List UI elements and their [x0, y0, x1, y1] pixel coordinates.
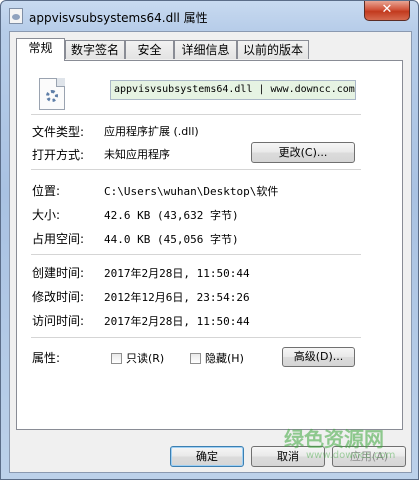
watermark-url: www.downcc.com [306, 450, 396, 461]
location-label: 位置: [32, 184, 61, 198]
title-bar[interactable]: appvisvsubsystems64.dll 属性 ✕ [1, 1, 418, 31]
tab-security[interactable]: 安全 [125, 40, 174, 59]
tab-digital-signatures[interactable]: 数字签名 [65, 40, 125, 59]
advanced-button[interactable]: 高级(D)... [282, 347, 355, 367]
window-title: appvisvsubsystems64.dll 属性 [29, 11, 208, 25]
watermark-logo-text: 绿色资源网 [284, 427, 384, 451]
separator [31, 114, 361, 115]
opens-with-value: 未知应用程序 [104, 148, 170, 161]
accessed-label: 访问时间: [32, 314, 85, 328]
modified-value: 2012年12月6日, 23:54:26 [104, 291, 250, 304]
dll-file-icon [9, 8, 23, 24]
size-value: 42.6 KB (43,632 字节) [104, 209, 239, 222]
general-tab-panel: appvisvsubsystems64.dll | www.downcc.com… [16, 60, 403, 430]
close-button[interactable]: ✕ [364, 1, 410, 21]
tab-general[interactable]: 常规 [16, 38, 65, 61]
dialog-client-area: 常规 数字签名 安全 详细信息 以前的版本 appvisvsubsystems6… [9, 31, 412, 473]
file-type-label: 文件类型: [32, 125, 85, 139]
properties-window: appvisvsubsystems64.dll 属性 ✕ 常规 数字签名 安全 … [0, 0, 419, 480]
file-type-value: 应用程序扩展 (.dll) [104, 125, 199, 138]
tab-previous-versions[interactable]: 以前的版本 [237, 40, 309, 59]
gear-icon [46, 90, 58, 102]
created-label: 创建时间: [32, 266, 85, 280]
dll-file-gear-icon [39, 78, 65, 110]
location-value: C:\Users\wuhan\Desktop\软件 [104, 185, 279, 198]
readonly-label[interactable]: 只读(R) [126, 350, 164, 366]
ok-button[interactable]: 确定 [170, 446, 244, 467]
readonly-checkbox[interactable] [111, 353, 122, 364]
size-label: 大小: [32, 208, 61, 222]
created-value: 2017年2月28日, 11:50:44 [104, 267, 250, 280]
opens-with-label: 打开方式: [32, 148, 85, 162]
size-on-disk-value: 44.0 KB (45,056 字节) [104, 233, 239, 246]
attributes-label: 属性: [32, 351, 61, 365]
change-button[interactable]: 更改(C)... [251, 142, 355, 163]
size-on-disk-label: 占用空间: [32, 232, 85, 246]
file-name-field[interactable]: appvisvsubsystems64.dll | www.downcc.com [110, 80, 356, 100]
separator [31, 337, 361, 338]
separator [31, 169, 361, 170]
tab-details[interactable]: 详细信息 [174, 40, 237, 59]
hidden-checkbox[interactable] [190, 353, 201, 364]
modified-label: 修改时间: [32, 290, 85, 304]
hidden-label[interactable]: 隐藏(H) [205, 350, 244, 366]
accessed-value: 2017年2月28日, 11:50:44 [104, 315, 250, 328]
separator [31, 254, 361, 255]
